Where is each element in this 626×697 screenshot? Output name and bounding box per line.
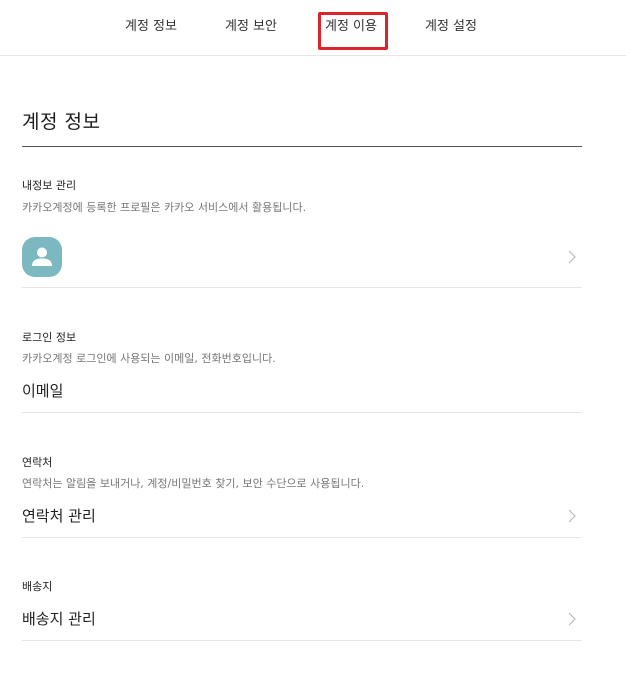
- profile-avatar[interactable]: [22, 237, 62, 277]
- profile-section-description: 카카오계정에 등록한 프로필은 카카오 서비스에서 활용됩니다.: [22, 201, 307, 214]
- user-silhouette-icon: [32, 247, 52, 266]
- chevron-right-icon[interactable]: [564, 249, 580, 265]
- tab-account-security[interactable]: 계정 보안: [225, 17, 277, 37]
- contact-manage-link[interactable]: 연락처 관리: [22, 505, 96, 527]
- chevron-right-icon[interactable]: [564, 508, 580, 524]
- shipping-section[interactable]: 배송지 배송지 관리: [22, 538, 582, 641]
- login-section-description: 카카오계정 로그인에 사용되는 이메일, 전화번호입니다.: [22, 352, 276, 365]
- top-navigation: 계정 정보 계정 보안 계정 이용 계정 설정: [0, 0, 626, 56]
- login-email-value: 이메일: [22, 382, 64, 400]
- tab-account-settings[interactable]: 계정 설정: [425, 17, 477, 37]
- shipping-manage-link[interactable]: 배송지 관리: [22, 608, 96, 630]
- contact-section[interactable]: 연락처 연락처는 알림을 보내거나, 계정/비밀번호 찾기, 보안 수단으로 사…: [22, 413, 582, 538]
- page-title: 계정 정보: [22, 111, 101, 133]
- tab-account-info[interactable]: 계정 정보: [125, 17, 177, 37]
- profile-section[interactable]: 내정보 관리 카카오계정에 등록한 프로필은 카카오 서비스에서 활용됩니다.: [22, 147, 582, 288]
- profile-section-title: 내정보 관리: [22, 179, 77, 192]
- contact-section-title: 연락처: [22, 456, 53, 469]
- login-info-section: 로그인 정보 카카오계정 로그인에 사용되는 이메일, 전화번호입니다. 이메일: [22, 288, 582, 413]
- chevron-right-icon[interactable]: [564, 611, 580, 627]
- contact-section-description: 연락처는 알림을 보내거나, 계정/비밀번호 찾기, 보안 수단으로 사용됩니다…: [22, 477, 365, 490]
- shipping-section-title: 배송지: [22, 580, 53, 593]
- login-section-title: 로그인 정보: [22, 331, 77, 344]
- highlight-box: [318, 12, 388, 50]
